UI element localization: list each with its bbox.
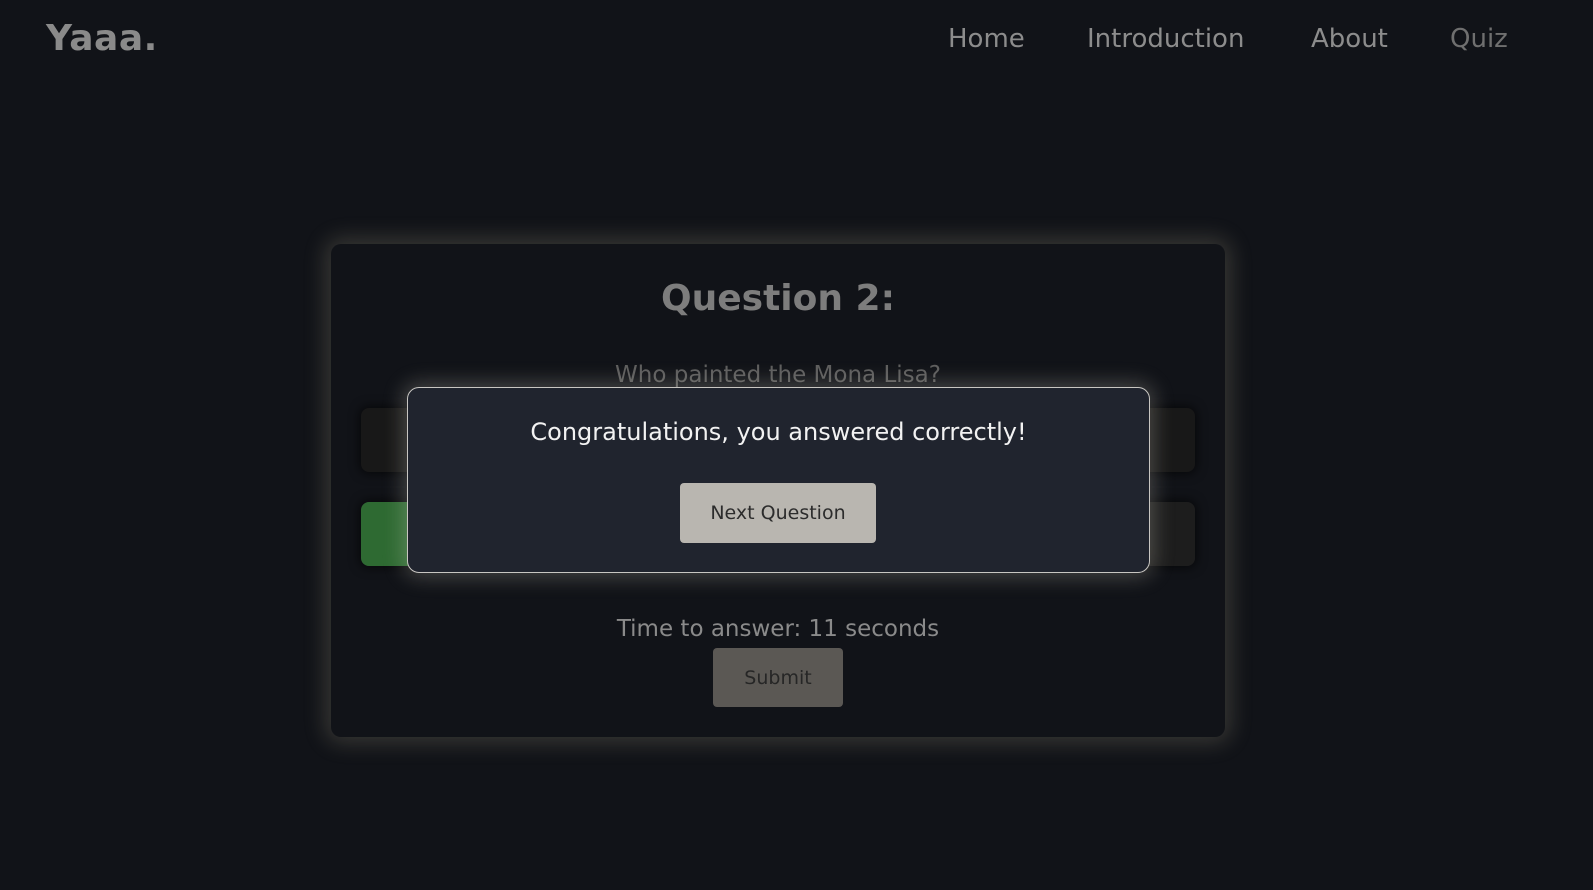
main-nav: Home Introduction About Quiz (0, 24, 1593, 64)
nav-about-link[interactable]: About (1311, 24, 1388, 54)
page: Yaaa. Home Introduction About Quiz Quest… (0, 0, 1593, 890)
nav-introduction-link[interactable]: Introduction (1087, 24, 1244, 54)
question-title: Question 2: (661, 278, 895, 319)
nav-home-link[interactable]: Home (948, 24, 1025, 54)
nav-quiz-link[interactable]: Quiz (1450, 24, 1508, 54)
modal-message: Congratulations, you answered correctly! (530, 418, 1027, 446)
result-modal: Congratulations, you answered correctly!… (407, 387, 1150, 573)
timer-text: Time to answer: 11 seconds (616, 616, 940, 642)
submit-button[interactable]: Submit (713, 648, 843, 707)
next-question-button[interactable]: Next Question (680, 483, 876, 543)
question-text: Who painted the Mona Lisa? (615, 362, 941, 388)
